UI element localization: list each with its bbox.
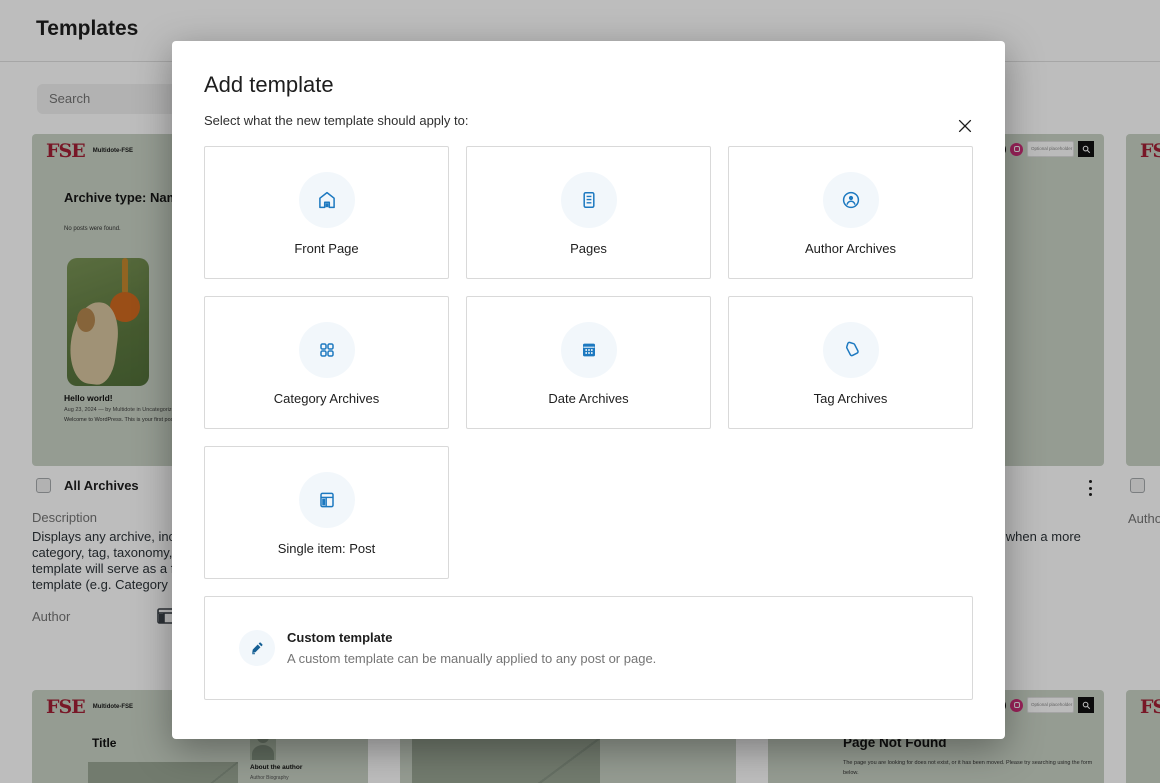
home-icon xyxy=(299,172,355,228)
option-pages[interactable]: Pages xyxy=(466,146,711,279)
calendar-icon xyxy=(561,322,617,378)
option-label: Pages xyxy=(570,241,607,256)
custom-template-title: Custom template xyxy=(287,630,656,645)
option-label: Single item: Post xyxy=(278,541,376,556)
author-icon xyxy=(823,172,879,228)
tag-icon xyxy=(823,322,879,378)
custom-template-description: A custom template can be manually applie… xyxy=(287,651,656,666)
template-options-grid: Front Page Pages Author Archives Categor… xyxy=(204,146,973,579)
modal-subtitle: Select what the new template should appl… xyxy=(204,113,973,128)
option-single-item-post[interactable]: Single item: Post xyxy=(204,446,449,579)
option-label: Tag Archives xyxy=(814,391,888,406)
modal-title: Add template xyxy=(204,72,973,98)
option-custom-template[interactable]: Custom template A custom template can be… xyxy=(204,596,973,700)
option-category-archives[interactable]: Category Archives xyxy=(204,296,449,429)
option-label: Category Archives xyxy=(274,391,380,406)
document-icon xyxy=(561,172,617,228)
add-template-modal: Add template Select what the new templat… xyxy=(172,41,1005,739)
option-date-archives[interactable]: Date Archives xyxy=(466,296,711,429)
option-author-archives[interactable]: Author Archives xyxy=(728,146,973,279)
category-grid-icon xyxy=(299,322,355,378)
layout-icon xyxy=(299,472,355,528)
option-label: Author Archives xyxy=(805,241,896,256)
pencil-icon xyxy=(239,630,275,666)
option-label: Date Archives xyxy=(548,391,628,406)
option-front-page[interactable]: Front Page xyxy=(204,146,449,279)
option-label: Front Page xyxy=(294,241,358,256)
close-icon[interactable] xyxy=(951,112,979,140)
option-tag-archives[interactable]: Tag Archives xyxy=(728,296,973,429)
